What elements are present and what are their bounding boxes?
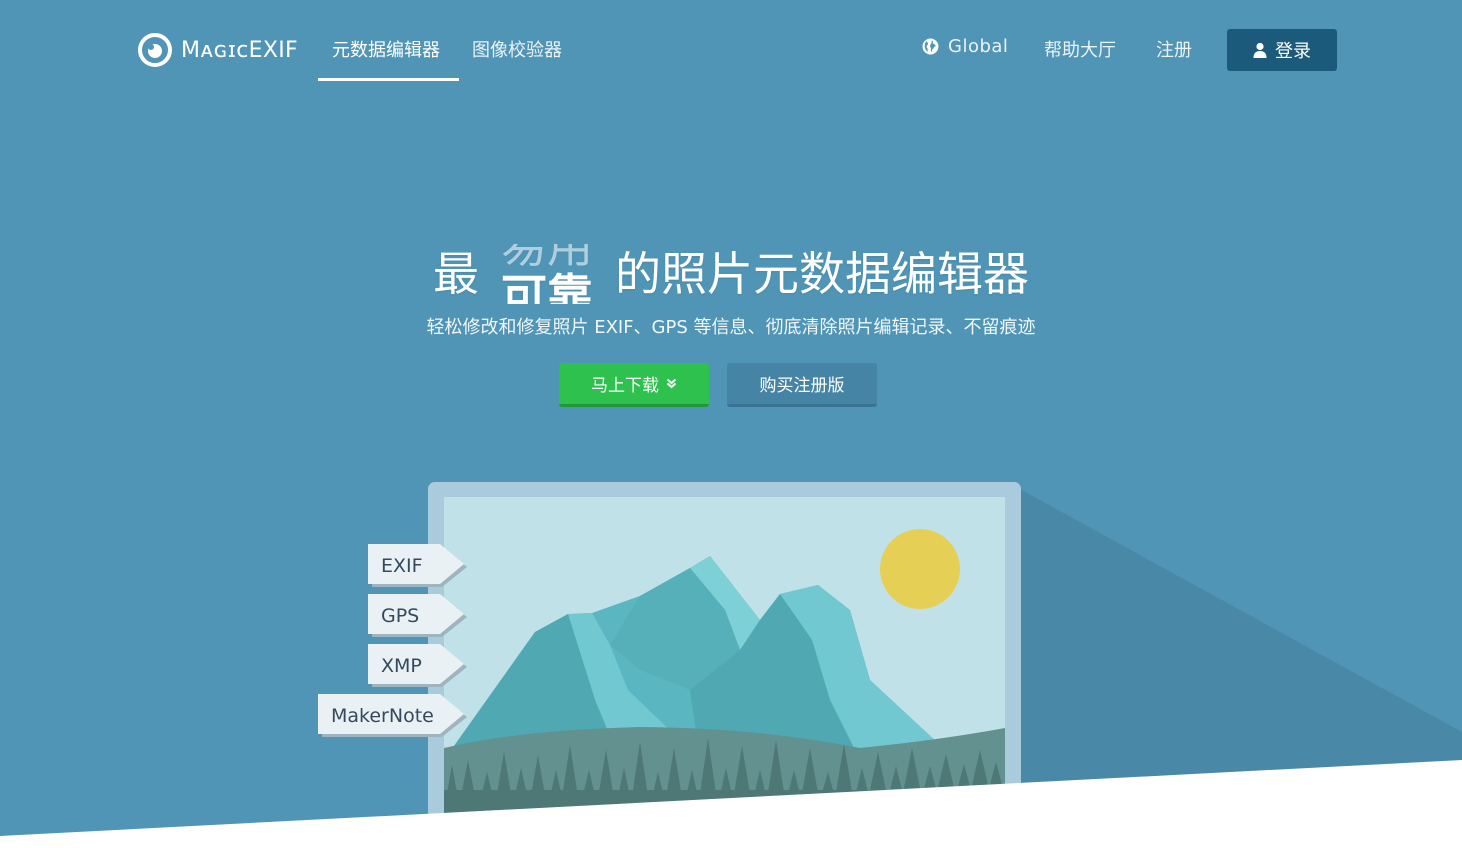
nav-help-center[interactable]: 帮助大厅: [1044, 36, 1116, 62]
user-icon: [1253, 42, 1267, 58]
download-button[interactable]: 马上下载: [559, 363, 709, 407]
nav-item-metadata-editor[interactable]: 元数据编辑器: [332, 36, 440, 62]
hero-subtitle: 轻松修改和修复照片 EXIF、GPS 等信息、彻底清除照片编辑记录、不留痕迹: [426, 317, 1036, 338]
double-chevron-down-icon: [666, 378, 677, 389]
tag-label: MakerNote: [331, 705, 434, 727]
photo-landscape: [444, 497, 1005, 837]
language-selector[interactable]: Global: [922, 36, 1008, 57]
sun-shape: [880, 529, 960, 609]
nav-register[interactable]: 注册: [1156, 36, 1192, 62]
top-navbar: MᴀɢɪᴄEXIF 元数据编辑器 图像校验器 Global 帮助大厅 注册 登录: [0, 0, 1462, 100]
hero-rotating-word: 易用 可靠: [491, 244, 603, 304]
hero-title-suffix: 的照片元数据编辑器: [615, 247, 1029, 301]
nav-active-indicator: [318, 78, 459, 81]
buy-license-button[interactable]: 购买注册版: [727, 363, 877, 407]
globe-icon: [922, 38, 939, 55]
nav-item-image-verifier[interactable]: 图像校验器: [472, 36, 562, 62]
hero-illustration: EXIF GPS XMP MakerNote: [0, 482, 1462, 848]
tag-makernote: MakerNote: [318, 694, 467, 737]
download-label: 马上下载: [591, 376, 659, 396]
login-label: 登录: [1275, 41, 1311, 62]
tag-label: GPS: [381, 605, 419, 627]
language-label: Global: [948, 36, 1009, 57]
buy-label: 购买注册版: [759, 376, 845, 396]
login-button[interactable]: 登录: [1227, 29, 1337, 71]
rotating-word-current: 可靠: [501, 269, 593, 304]
magicexif-lens-icon: [138, 33, 172, 67]
tag-label: XMP: [381, 655, 422, 677]
hero-title-prefix: 最: [433, 247, 479, 301]
hero-title: 最易用 可靠 的照片元数据编辑器: [0, 238, 1462, 304]
brand-name: MᴀɢɪᴄEXIF: [181, 37, 298, 63]
brand-logo[interactable]: MᴀɢɪᴄEXIF: [137, 31, 298, 69]
tag-label: EXIF: [381, 555, 423, 577]
